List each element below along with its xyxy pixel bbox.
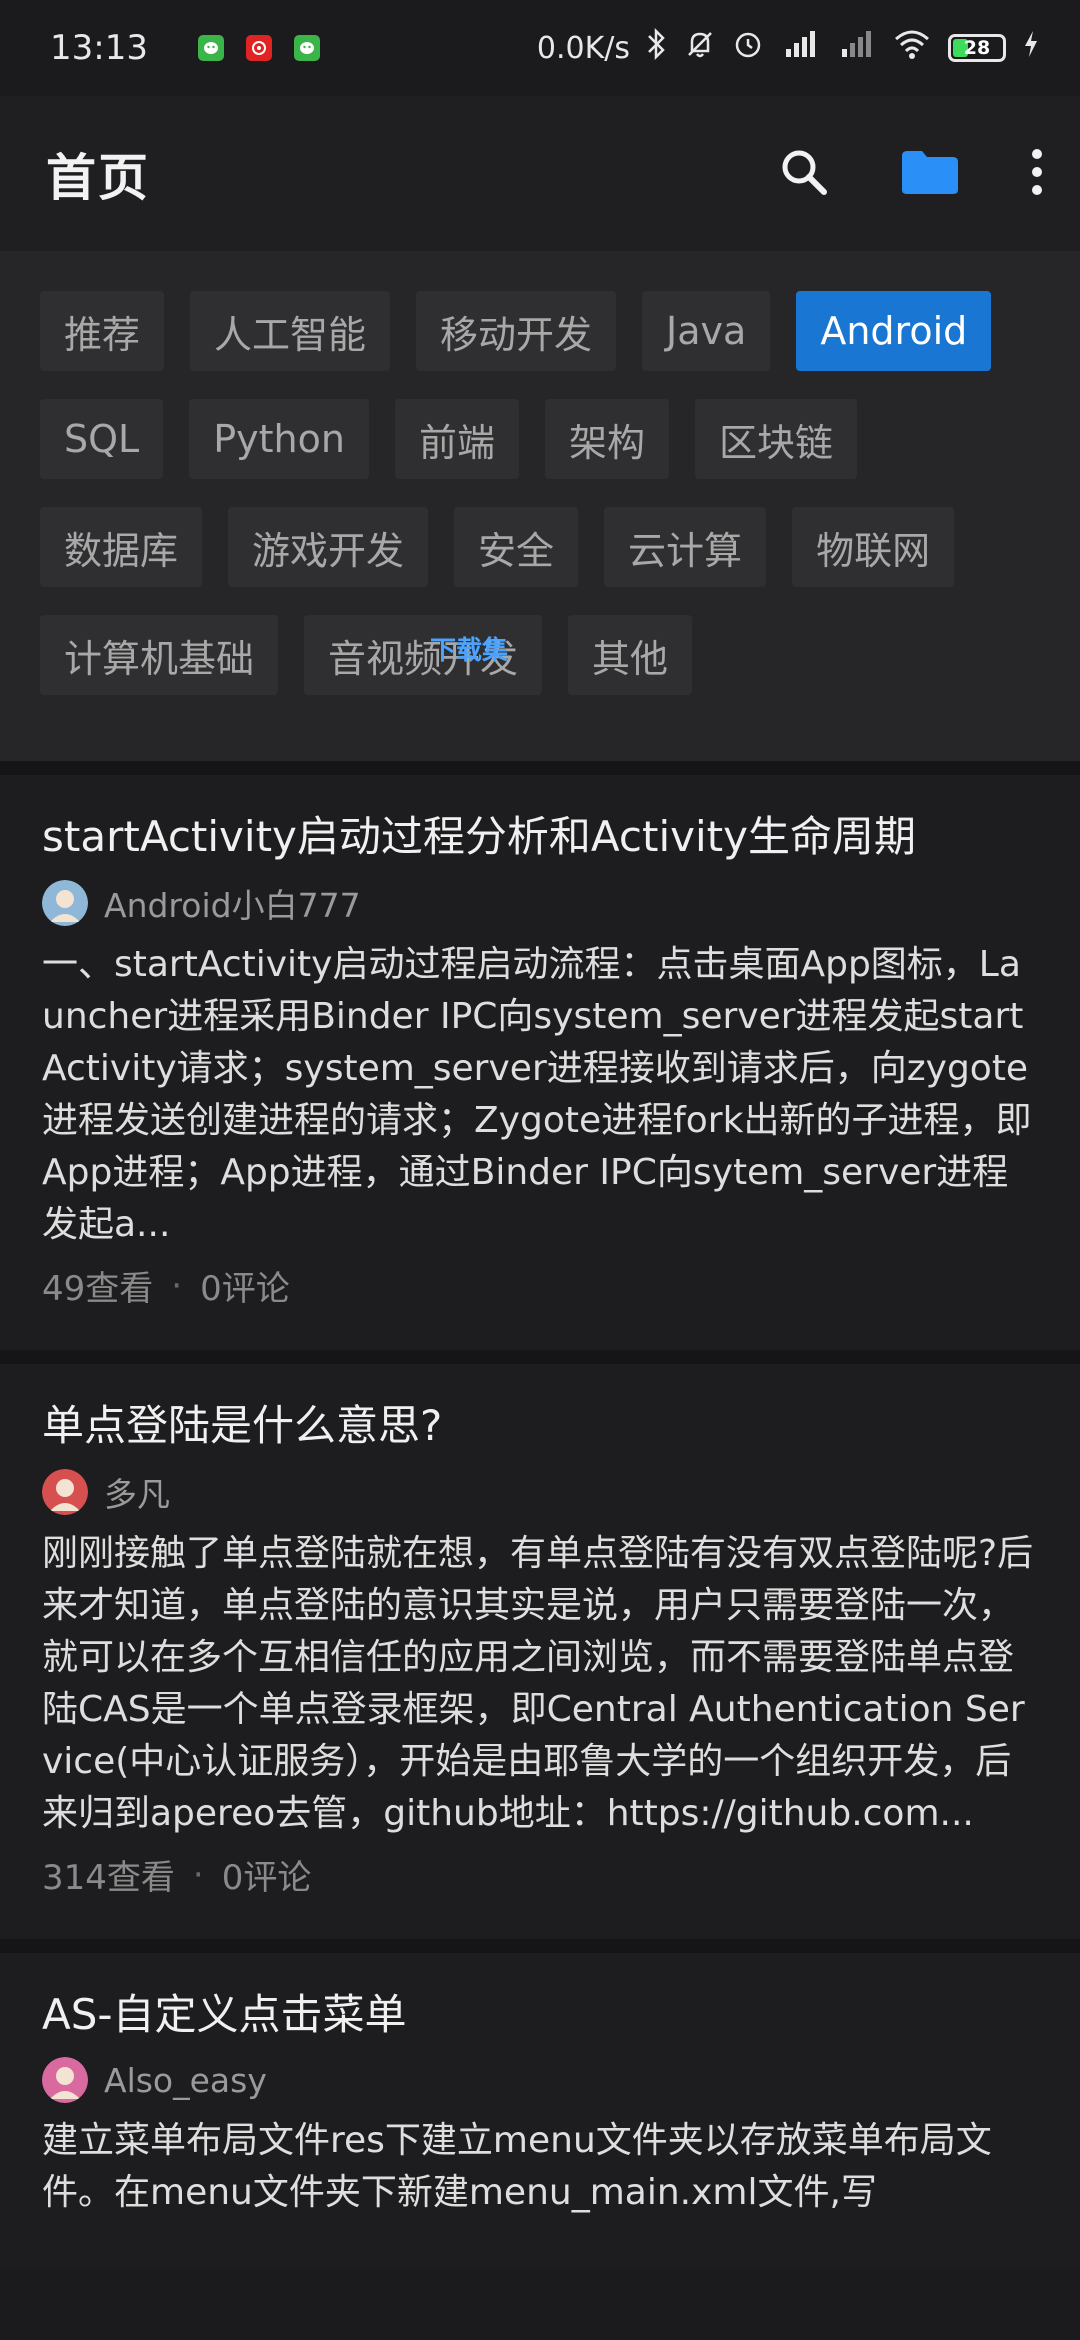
signal-hd-icon — [780, 27, 820, 69]
category-tag[interactable]: Android — [796, 291, 992, 371]
article-card[interactable]: AS-自定义点击菜单 Also_easy 建立菜单布局文件res下建立menu文件夹… — [0, 1953, 1080, 2269]
category-tag[interactable]: 安全 — [454, 507, 579, 587]
category-tag[interactable]: 架构 — [544, 399, 669, 479]
category-tag[interactable]: 移动开发 — [416, 291, 617, 371]
author-name[interactable]: 多凡 — [104, 1468, 170, 1516]
status-right: 0.0K/s 28 — [537, 27, 1040, 69]
view-count: 49查看 — [42, 1269, 154, 1309]
article-title[interactable]: startActivity启动过程分析和Activity生命周期 — [42, 805, 1038, 869]
category-tag[interactable]: 计算机基础 — [40, 615, 279, 695]
article-meta: 314查看 · 0评论 — [42, 1850, 1038, 1899]
status-left: 13:13 — [50, 28, 320, 68]
view-count: 314查看 — [42, 1858, 175, 1898]
article-title[interactable]: 单点登陆是什么意思? — [42, 1394, 1038, 1458]
article-divider — [0, 1350, 1080, 1364]
category-tags: 推荐 人工智能 移动开发 Java Android SQL Python 前端 架构 区块链数据库… — [40, 291, 1040, 695]
search-icon[interactable] — [778, 146, 830, 202]
author-row: Also_easy — [42, 2057, 1038, 2103]
article-title[interactable]: AS-自定义点击菜单 — [42, 1983, 1038, 2047]
charging-icon — [1022, 29, 1040, 67]
article-summary: 刚刚接触了单点登陆就在想，有单点登陆有没有双点登陆呢?后来才知道，单点登陆的意识… — [42, 1533, 1034, 1834]
category-tag[interactable]: 其他 — [568, 615, 693, 695]
alarm-icon — [732, 27, 764, 69]
category-tag[interactable]: Python — [189, 399, 369, 479]
folder-icon[interactable] — [900, 148, 960, 200]
app-bar: 首页 — [0, 96, 1080, 251]
page-title: 首页 — [46, 148, 150, 207]
article-summary: 建立菜单布局文件res下建立menu文件夹以存放菜单布局文件。在menu文件夹下… — [42, 2120, 992, 2213]
net-speed: 0.0K/s — [536, 30, 630, 66]
bluetooth-icon — [646, 27, 668, 69]
article-list: startActivity启动过程分析和Activity生命周期 Android小… — [0, 761, 1080, 2269]
meta-separator: · — [192, 1854, 204, 1895]
avatar[interactable] — [42, 2057, 88, 2103]
category-tag[interactable]: 前端 — [394, 399, 519, 479]
category-tag[interactable]: 物联网 — [792, 507, 955, 587]
signal-icon — [836, 27, 876, 69]
comment-count: 0评论 — [200, 1269, 290, 1309]
battery-level: 28 — [963, 37, 991, 59]
avatar[interactable] — [42, 1469, 88, 1515]
article-card[interactable]: 单点登陆是什么意思? 多凡刚刚接触了单点登陆就在想，有单点登陆有没有双点登陆呢?后… — [0, 1364, 1080, 1939]
avatar[interactable] — [42, 880, 88, 926]
netease-music-notification-icon — [245, 35, 272, 61]
category-tag[interactable]: 推荐 — [40, 291, 165, 371]
meta-separator: · — [171, 1265, 183, 1306]
category-tag[interactable]: SQL — [40, 399, 164, 479]
author-row: 多凡 — [42, 1468, 1038, 1516]
wechat-notification-icon — [197, 35, 224, 61]
category-tags-panel: 推荐 人工智能 移动开发 Java Android SQL Python 前端 架构 区块链数据库… — [0, 251, 1080, 761]
app-actions — [778, 146, 1044, 202]
category-tag[interactable]: 云计算 — [604, 507, 767, 587]
category-tag[interactable]: 人工智能 — [190, 291, 391, 371]
app-notification-icon — [293, 35, 320, 61]
category-tag[interactable]: 游戏开发 — [228, 507, 429, 587]
mute-bell-icon — [684, 27, 716, 69]
category-tag[interactable]: 区块链 — [694, 399, 857, 479]
category-tag[interactable]: Java — [642, 291, 771, 371]
author-name[interactable]: Android小白777 — [104, 879, 361, 927]
article-summary: 一、startActivity启动过程启动流程：点击桌面App图标，Launch… — [42, 944, 1032, 1245]
category-tag[interactable]: 数据库 — [40, 507, 203, 587]
wifi-icon — [892, 27, 932, 69]
comment-count: 0评论 — [221, 1858, 312, 1898]
more-vert-icon[interactable] — [1030, 147, 1044, 201]
status-bar: 13:13 0.0K/s 28 — [0, 0, 1080, 96]
article-card[interactable]: startActivity启动过程分析和Activity生命周期 Android小… — [0, 775, 1080, 1350]
article-meta: 49查看 · 0评论 — [42, 1261, 1038, 1310]
article-divider — [0, 1939, 1080, 1953]
author-name[interactable]: Also_easy — [104, 2061, 267, 2100]
article-divider — [0, 761, 1080, 775]
status-time: 13:13 — [50, 28, 148, 68]
watermark: 下载集 — [430, 636, 509, 666]
battery-indicator: 28 — [948, 34, 1006, 62]
author-row: Android小白777 — [42, 879, 1038, 927]
